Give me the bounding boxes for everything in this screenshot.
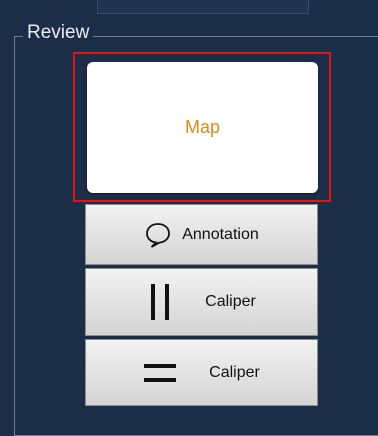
review-group-label: Review	[23, 22, 94, 44]
vertical-caliper-icon	[147, 282, 173, 322]
caliper-horizontal-button[interactable]: Caliper	[85, 339, 318, 406]
annotation-button-label: Annotation	[182, 225, 259, 243]
horizontal-caliper-icon	[143, 360, 177, 386]
speech-bubble-icon	[144, 221, 172, 249]
map-button[interactable]: Map	[87, 62, 318, 193]
top-panel-edge	[97, 0, 309, 14]
annotation-button[interactable]: Annotation	[85, 204, 318, 265]
caliper-horizontal-label: Caliper	[209, 363, 260, 381]
map-button-label: Map	[184, 117, 220, 137]
caliper-vertical-button[interactable]: Caliper	[85, 268, 318, 336]
caliper-vertical-label: Caliper	[205, 293, 256, 310]
